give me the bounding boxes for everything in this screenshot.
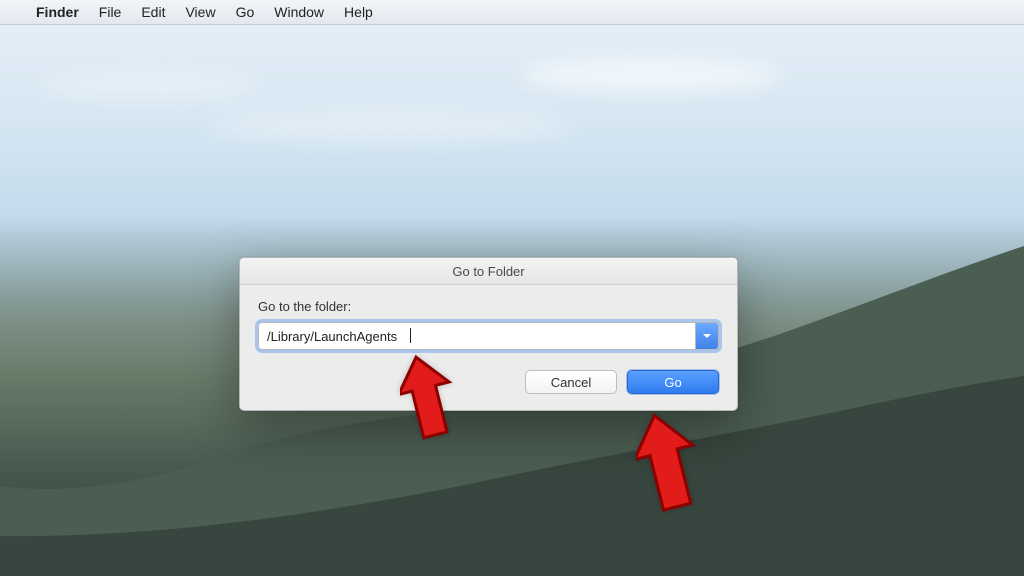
menubar-app-name[interactable]: Finder (26, 0, 89, 24)
menubar-item-file[interactable]: File (89, 0, 132, 24)
folder-path-combobox[interactable] (258, 322, 719, 350)
menubar-item-window[interactable]: Window (264, 0, 334, 24)
go-to-folder-dialog: Go to Folder Go to the folder: Cancel Go (239, 257, 738, 411)
dialog-label: Go to the folder: (258, 299, 719, 314)
cancel-button[interactable]: Cancel (525, 370, 617, 394)
menubar-item-go[interactable]: Go (226, 0, 265, 24)
dropdown-arrow-icon[interactable] (695, 323, 718, 349)
dialog-title: Go to Folder (240, 258, 737, 285)
menubar-item-view[interactable]: View (175, 0, 225, 24)
cloud-decoration (520, 58, 780, 92)
go-button[interactable]: Go (627, 370, 719, 394)
menubar: Finder File Edit View Go Window Help (0, 0, 1024, 24)
folder-path-input[interactable] (259, 323, 695, 349)
text-caret (410, 328, 411, 343)
cloud-decoration (210, 110, 570, 140)
menubar-item-edit[interactable]: Edit (131, 0, 175, 24)
menubar-item-help[interactable]: Help (334, 0, 383, 24)
cloud-decoration (40, 72, 260, 100)
